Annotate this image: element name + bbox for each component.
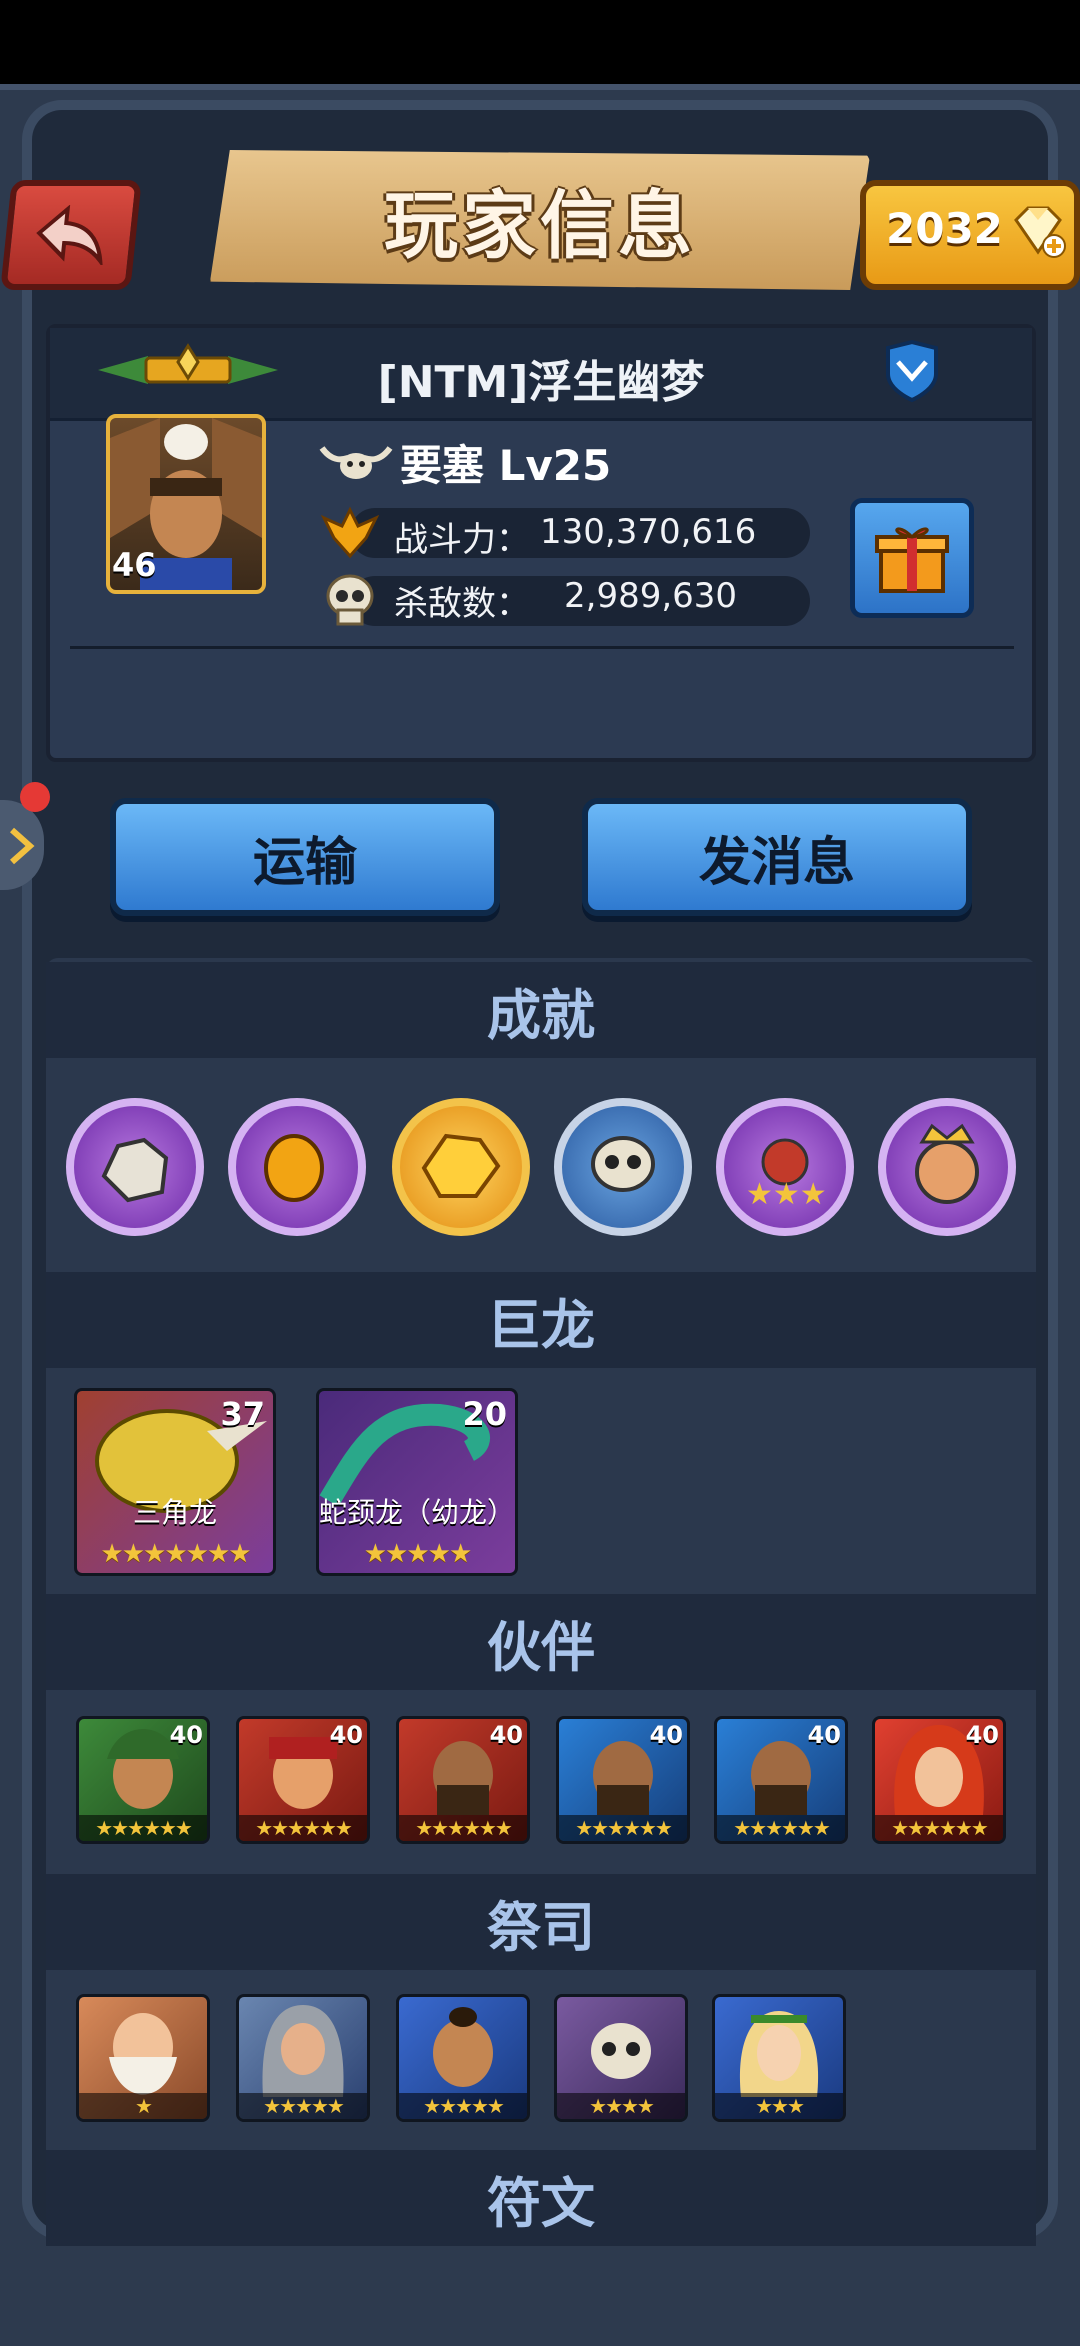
priest-card[interactable]: ★ <box>76 1994 210 2122</box>
transport-button[interactable]: 运输 <box>110 798 500 916</box>
player-info-panel: [NTM]浮生幽梦 46 要塞 Lv25 战斗力： 130,370,616 杀敌… <box>46 324 1036 762</box>
name-bar: [NTM]浮生幽梦 <box>50 328 1032 421</box>
panel-divider <box>70 646 1014 649</box>
partner-level: 40 <box>649 1721 683 1749</box>
gem-count: 2032 <box>886 204 1003 253</box>
partner-stars: ★★★★★★ <box>79 1815 207 1841</box>
partner-card[interactable]: 40 ★★★★★★ <box>872 1716 1006 1844</box>
priest-card[interactable]: ★★★ <box>712 1994 846 2122</box>
achievement-gold-icon[interactable] <box>392 1098 530 1236</box>
dragon-name: 蛇颈龙（幼龙） <box>319 1496 516 1529</box>
partner-card[interactable]: 40 ★★★★★★ <box>236 1716 370 1844</box>
priest-stars: ★★★★★ <box>399 2093 527 2119</box>
achievement-rock-icon[interactable] <box>66 1098 204 1236</box>
partner-level: 40 <box>965 1721 999 1749</box>
partner-stars: ★★★★★★ <box>717 1815 845 1841</box>
back-button[interactable] <box>0 180 142 290</box>
priest-stars: ★ <box>79 2093 207 2119</box>
fortress-line: 要塞 Lv25 <box>318 432 611 492</box>
skull-icon <box>326 574 374 626</box>
priest-card[interactable]: ★★★★★ <box>236 1994 370 2122</box>
kills-value: 2,989,630 <box>564 576 738 616</box>
partner-stars: ★★★★★★ <box>559 1815 687 1841</box>
dragon-card[interactable]: 20 蛇颈龙（幼龙） ★★★★★ <box>316 1388 518 1576</box>
diamond-plus-icon <box>1014 206 1066 258</box>
chevron-right-icon <box>10 827 35 865</box>
partner-card[interactable]: 40 ★★★★★★ <box>76 1716 210 1844</box>
dragon-stars: ★★★★★ <box>363 1539 473 1569</box>
priest-stars: ★★★★★ <box>239 2093 367 2119</box>
partner-stars: ★★★★★★ <box>239 1815 367 1841</box>
partner-card[interactable]: 40 ★★★★★★ <box>556 1716 690 1844</box>
priest-stars: ★★★ <box>715 2093 843 2119</box>
page-title: 玩家信息 <box>384 183 696 269</box>
runes-header: 符文 <box>46 2150 1036 2246</box>
partner-card[interactable]: 40 ★★★★★★ <box>396 1716 530 1844</box>
svg-text:★★★: ★★★ <box>746 1177 827 1212</box>
priests-header: 祭司 <box>46 1874 1036 1970</box>
achievement-skull-icon[interactable] <box>554 1098 692 1236</box>
dragon-card[interactable]: 37 三角龙 ★★★★★★★ <box>74 1388 276 1576</box>
priest-card[interactable]: ★★★★★ <box>396 1994 530 2122</box>
dragon-stars: ★★★★★★★ <box>100 1539 251 1569</box>
dragons-header: 巨龙 <box>46 1272 1036 1368</box>
partner-stars: ★★★★★★ <box>399 1815 527 1841</box>
power-value: 130,370,616 <box>540 512 757 552</box>
skull-shaman-icon <box>591 2023 651 2079</box>
dragon-name: 三角龙 <box>132 1496 217 1529</box>
fortress-level: 要塞 Lv25 <box>400 440 612 490</box>
achievements-header: 成就 <box>46 962 1036 1058</box>
warrior-monk-icon <box>433 2007 493 2087</box>
achievement-king-icon[interactable] <box>878 1098 1016 1236</box>
partner-stars: ★★★★★★ <box>875 1815 1003 1841</box>
old-sage-icon <box>109 2013 177 2095</box>
priest-card[interactable]: ★★★★ <box>554 1994 688 2122</box>
achievement-gem-bag-icon[interactable] <box>228 1098 366 1236</box>
back-arrow-icon <box>36 205 103 265</box>
partner-level: 40 <box>169 1721 203 1749</box>
gift-button[interactable] <box>850 498 974 618</box>
kills-label: 杀敌数： <box>394 584 530 624</box>
gem-purchase-button[interactable]: 2032 <box>860 180 1080 290</box>
dragon-level: 20 <box>462 1395 507 1433</box>
partner-card[interactable]: 40 ★★★★★★ <box>714 1716 848 1844</box>
dragon-level: 37 <box>220 1395 265 1433</box>
horned-skull-icon <box>319 446 393 479</box>
notification-dot <box>20 782 50 812</box>
partner-level: 40 <box>807 1721 841 1749</box>
power-label: 战斗力： <box>394 520 530 560</box>
partner-level: 40 <box>329 1721 363 1749</box>
partners-header: 伙伴 <box>46 1594 1036 1690</box>
gift-box-icon <box>875 527 949 593</box>
partner-level: 40 <box>489 1721 523 1749</box>
avatar-level: 46 <box>112 546 157 584</box>
achievement-stars-icon[interactable]: ★★★ <box>716 1098 854 1236</box>
send-message-button[interactable]: 发消息 <box>582 798 972 916</box>
priest-stars: ★★★★ <box>557 2093 685 2119</box>
grey-wizard-icon <box>262 2005 344 2097</box>
laurel-maiden-icon <box>739 2011 819 2097</box>
status-bar <box>0 0 1080 84</box>
phoenix-icon <box>320 506 380 559</box>
guild-shield-icon[interactable] <box>880 338 944 404</box>
